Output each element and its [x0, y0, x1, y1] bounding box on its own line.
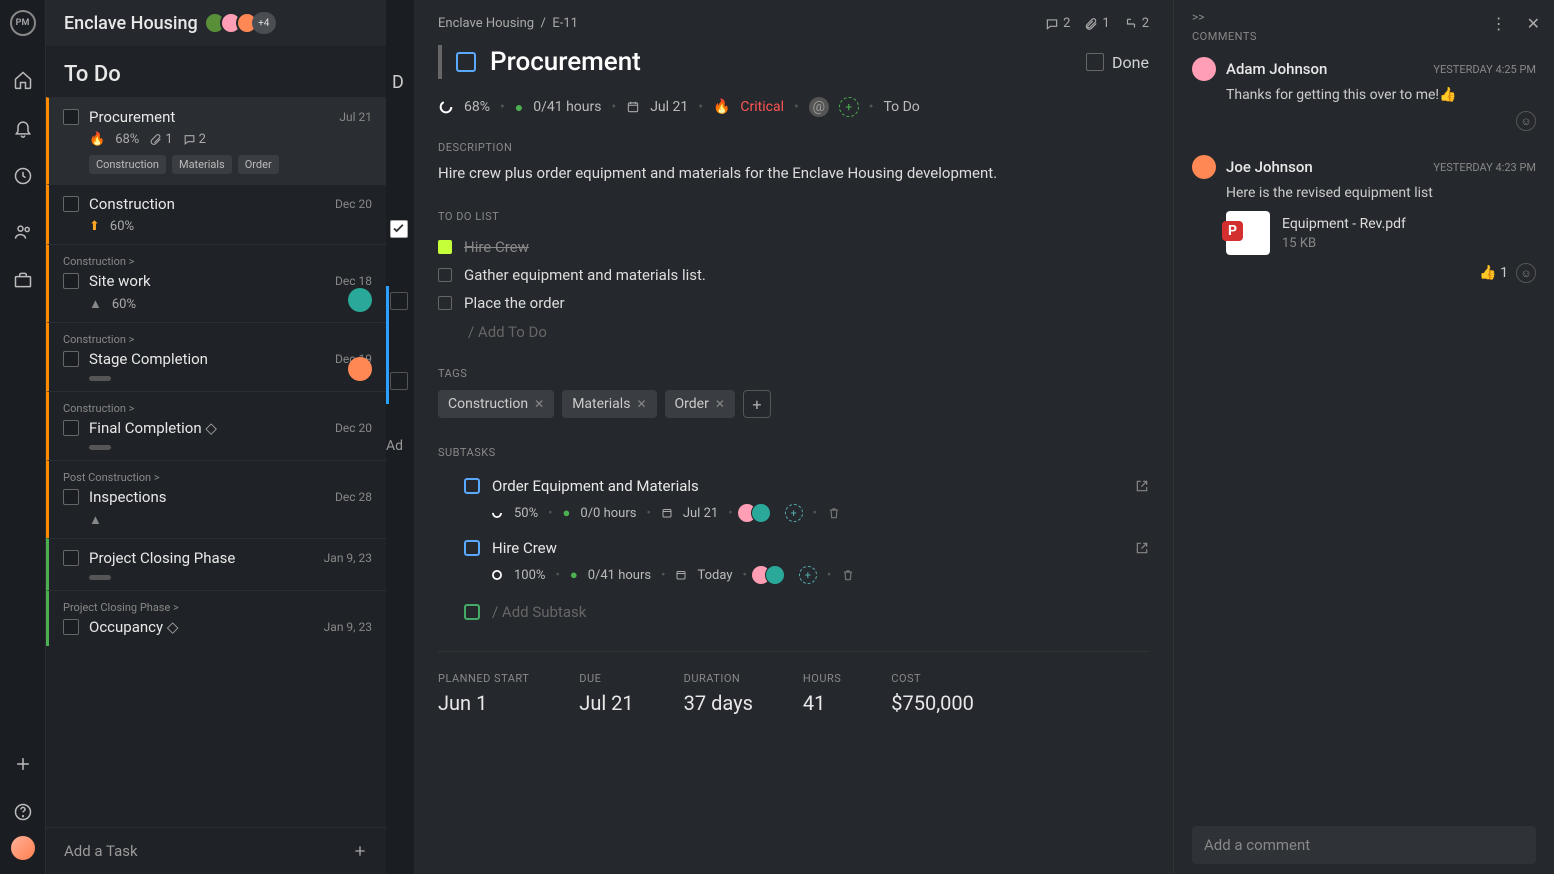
comment: Adam Johnson YESTERDAY 4:25 PM Thanks for …: [1192, 57, 1536, 131]
task-card[interactable]: ConstructionDec 20⬆60%: [46, 184, 386, 244]
stat-planned-start: PLANNED STARTJun 1: [438, 672, 529, 715]
task-card[interactable]: Construction >Site workDec 18▲60%: [46, 244, 386, 322]
todo-item[interactable]: Hire Crew: [438, 233, 1149, 261]
todo-item[interactable]: Gather equipment and materials list.: [438, 261, 1149, 289]
add-todo-button[interactable]: / Add To Do: [468, 317, 1149, 347]
done-checkbox[interactable]: Done: [1086, 53, 1149, 72]
project-header: Enclave Housing +4: [46, 0, 386, 46]
todo-checkbox[interactable]: [438, 240, 452, 254]
background-column: D Ad: [386, 0, 414, 874]
clock-icon[interactable]: [13, 166, 33, 186]
subtask-count[interactable]: 2: [1124, 16, 1149, 31]
user-avatar[interactable]: [11, 836, 35, 860]
open-subtask-icon[interactable]: [1135, 541, 1149, 555]
task-list[interactable]: ProcurementJul 21🔥68%12ConstructionMater…: [46, 97, 386, 827]
task-type-icon: [456, 52, 476, 72]
comment-author: Joe Johnson: [1226, 158, 1423, 176]
task-description[interactable]: Hire crew plus order equipment and mater…: [438, 164, 1149, 182]
task-checkbox[interactable]: [63, 109, 79, 125]
delete-subtask-icon[interactable]: [841, 568, 855, 582]
more-menu-icon[interactable]: ⋮: [1491, 14, 1507, 33]
todo-checkbox[interactable]: [438, 268, 452, 282]
comment-body: Here is the revised equipment list: [1226, 185, 1536, 201]
task-checkbox[interactable]: [63, 489, 79, 505]
attachment[interactable]: PEquipment - Rev.pdf15 KB: [1226, 211, 1536, 255]
project-title: Enclave Housing: [64, 13, 198, 34]
project-avatars[interactable]: +4: [210, 12, 276, 34]
stat-duration: DURATION37 days: [684, 672, 753, 715]
plus-icon[interactable]: [13, 754, 33, 774]
subtask-item[interactable]: Hire Crew100%•●0/41 hours•Today•+•: [438, 531, 1149, 593]
task-detail-panel: Enclave Housing / E-11 2 1 2 Procurement…: [414, 0, 1554, 874]
section-title: To Do: [46, 46, 386, 97]
reaction-bar[interactable]: 👍 1☺: [1192, 263, 1536, 283]
comment-count[interactable]: 2: [1045, 16, 1070, 31]
subtask-type-icon: [464, 540, 480, 556]
help-icon[interactable]: [13, 802, 33, 822]
task-card[interactable]: Project Closing Phase >Occupancy ◇Jan 9,…: [46, 590, 386, 646]
comment-time: YESTERDAY 4:25 PM: [1433, 63, 1536, 76]
task-card[interactable]: Construction >Stage CompletionDec 19: [46, 322, 386, 391]
stat-cost: COST$750,000: [891, 672, 974, 715]
todo-item[interactable]: Place the order: [438, 289, 1149, 317]
comment-avatar: [1192, 57, 1216, 81]
attachment-count[interactable]: 1: [1084, 16, 1109, 31]
task-checkbox[interactable]: [63, 550, 79, 566]
comment-author: Adam Johnson: [1226, 60, 1423, 78]
add-assignee-icon[interactable]: +: [799, 566, 817, 584]
stat-hours: HOURS41: [803, 672, 841, 715]
breadcrumb[interactable]: Enclave Housing / E-11: [438, 16, 578, 31]
add-reaction-icon[interactable]: ☺: [1516, 111, 1536, 131]
priority-marker: [438, 45, 442, 79]
comment: Joe Johnson YESTERDAY 4:23 PM Here is the …: [1192, 155, 1536, 283]
stat-due: DUEJul 21: [579, 672, 633, 715]
comment-avatar: [1192, 155, 1216, 179]
briefcase-icon[interactable]: [13, 270, 33, 290]
task-checkbox[interactable]: [63, 273, 79, 289]
open-subtask-icon[interactable]: [1135, 479, 1149, 493]
add-assignee-icon[interactable]: +: [785, 504, 803, 522]
delete-subtask-icon[interactable]: [827, 506, 841, 520]
tag-chip[interactable]: Materials✕: [562, 390, 656, 418]
comment-input[interactable]: Add a comment: [1192, 826, 1536, 864]
task-checkbox[interactable]: [63, 619, 79, 635]
comment-body: Thanks for getting this over to me!👍: [1226, 87, 1536, 103]
add-subtask-button[interactable]: / Add Subtask: [464, 593, 1149, 631]
task-checkbox[interactable]: [63, 351, 79, 367]
pdf-icon: P: [1226, 211, 1270, 255]
reaction-bar[interactable]: ☺: [1226, 111, 1536, 131]
remove-tag-icon[interactable]: ✕: [636, 397, 646, 411]
remove-tag-icon[interactable]: ✕: [534, 397, 544, 411]
task-metrics: 68%• ●0/41 hours• Jul 21• 🔥Critical• @ +…: [438, 97, 1149, 117]
task-card[interactable]: Post Construction >InspectionsDec 28▲: [46, 460, 386, 538]
subtask-item[interactable]: Order Equipment and Materials50%•●0/0 ho…: [438, 469, 1149, 531]
task-checkbox[interactable]: [63, 196, 79, 212]
add-assignee-button[interactable]: +: [839, 97, 859, 117]
task-card[interactable]: Construction >Final Completion ◇Dec 20: [46, 391, 386, 460]
tag-chip[interactable]: Construction✕: [438, 390, 554, 418]
task-card[interactable]: ProcurementJul 21🔥68%12ConstructionMater…: [46, 97, 386, 184]
collapse-panel-icon[interactable]: >>: [1192, 10, 1536, 24]
people-icon[interactable]: [13, 222, 33, 242]
task-card[interactable]: Project Closing PhaseJan 9, 23: [46, 538, 386, 590]
add-tag-button[interactable]: +: [743, 390, 771, 418]
task-checkbox[interactable]: [63, 420, 79, 436]
add-task-button[interactable]: Add a Task: [46, 827, 386, 874]
tag-chip[interactable]: Order✕: [665, 390, 735, 418]
add-reaction-icon[interactable]: ☺: [1516, 263, 1536, 283]
left-nav-rail: PM: [0, 0, 46, 874]
bell-icon[interactable]: [13, 118, 33, 138]
task-list-sidebar: Enclave Housing +4 To Do ProcurementJul …: [46, 0, 386, 874]
comments-panel: >> COMMENTS Adam JohnsonYESTERDAY 4:25 P…: [1174, 0, 1554, 874]
close-icon[interactable]: ✕: [1527, 14, 1540, 33]
subtask-type-icon: [464, 478, 480, 494]
comment-time: YESTERDAY 4:23 PM: [1433, 161, 1536, 174]
todo-checkbox[interactable]: [438, 296, 452, 310]
task-title[interactable]: Procurement: [490, 47, 1072, 77]
app-logo[interactable]: PM: [10, 10, 36, 36]
remove-tag-icon[interactable]: ✕: [715, 397, 725, 411]
home-icon[interactable]: [13, 70, 33, 90]
